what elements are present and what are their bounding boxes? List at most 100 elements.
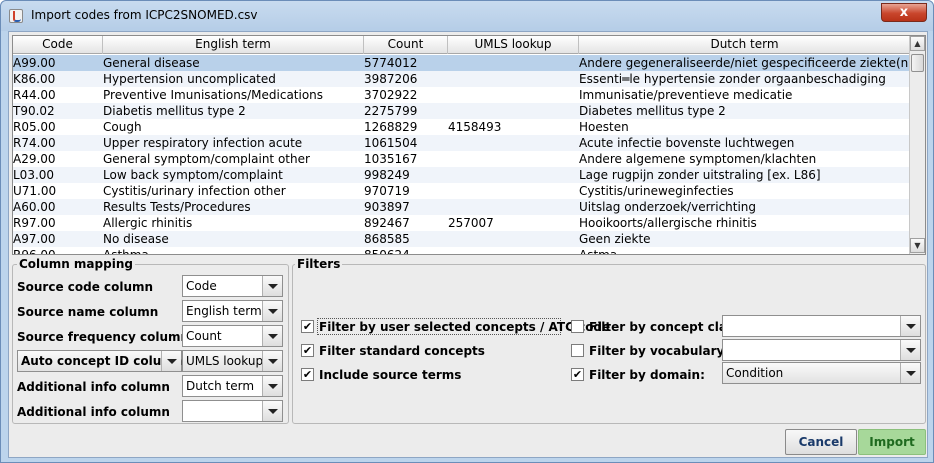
table-cell: A29.00 bbox=[13, 152, 56, 166]
domain-select[interactable]: Condition bbox=[722, 362, 921, 384]
filter-vocabulary-checkbox[interactable] bbox=[571, 344, 584, 357]
table-cell: T90.02 bbox=[13, 104, 55, 118]
column-header-umls-lookup[interactable]: UMLS lookup bbox=[448, 36, 579, 54]
table-row[interactable]: R96.00 Asthma 850624 Astma bbox=[13, 247, 911, 255]
filter-domain-label[interactable]: Filter by domain: bbox=[589, 368, 705, 382]
table-cell: K86.00 bbox=[13, 72, 56, 86]
additional-info-column-select-2[interactable] bbox=[182, 400, 283, 422]
dialog-window: Import codes from ICPC2SNOMED.csv x Code… bbox=[0, 0, 934, 463]
table-body: A99.00 General disease 5774012 Andere gegen… bbox=[13, 55, 911, 255]
column-header-english-term[interactable]: English term bbox=[103, 36, 364, 54]
table-row[interactable]: U71.00 Cystitis/urinary infection other 97… bbox=[13, 183, 911, 199]
table-cell bbox=[448, 135, 576, 151]
table-cell bbox=[448, 199, 576, 215]
filter-concept-class-checkbox[interactable] bbox=[571, 320, 584, 333]
column-header-code[interactable]: Code bbox=[13, 36, 103, 54]
table-cell: R96.00 bbox=[13, 248, 56, 255]
table-cell: Andere gegeneraliseerde/niet gespecifice… bbox=[579, 56, 911, 70]
table-cell bbox=[448, 231, 576, 247]
filter-standard-concepts-label[interactable]: Filter standard concepts bbox=[319, 344, 485, 358]
column-header-count[interactable]: Count bbox=[364, 36, 448, 54]
table-cell: 4158493 bbox=[448, 120, 502, 134]
table-row[interactable]: A99.00 General disease 5774012 Andere gegen… bbox=[13, 55, 911, 71]
table-cell: No disease bbox=[103, 232, 169, 246]
chevron-down-icon[interactable] bbox=[262, 326, 282, 346]
auto-concept-id-column-select[interactable]: UMLS lookup bbox=[182, 350, 283, 372]
table-cell: A99.00 bbox=[13, 56, 56, 70]
table-cell: Allergic rhinitis bbox=[103, 216, 193, 230]
source-name-column-value: English term bbox=[186, 304, 262, 318]
table-row[interactable]: R74.00 Upper respiratory infection acute 1… bbox=[13, 135, 911, 151]
table-cell: R74.00 bbox=[13, 136, 56, 150]
table-cell: Diabetes mellitus type 2 bbox=[579, 104, 726, 118]
table-row[interactable]: K86.00 Hypertension uncomplicated 3987206 E… bbox=[13, 71, 911, 87]
table-row[interactable]: T90.02 Diabetis mellitus type 2 2275799 Dia… bbox=[13, 103, 911, 119]
domain-value: Condition bbox=[726, 366, 784, 380]
codes-table: Code English term Count UMLS lookup Dutc… bbox=[12, 35, 926, 255]
auto-concept-id-mode-select[interactable]: Auto concept ID column bbox=[17, 350, 182, 372]
table-cell: 1061504 bbox=[364, 136, 418, 150]
vocabulary-select[interactable] bbox=[722, 339, 921, 361]
include-source-terms-label[interactable]: Include source terms bbox=[319, 368, 461, 382]
import-button[interactable]: Import bbox=[858, 429, 926, 455]
source-code-column-select[interactable]: Code bbox=[182, 275, 283, 297]
auto-concept-id-column-value: UMLS lookup bbox=[186, 354, 264, 368]
column-mapping-panel: Column mapping Source code column Code S… bbox=[12, 257, 289, 424]
source-name-column-select[interactable]: English term bbox=[182, 300, 283, 322]
chevron-down-icon[interactable] bbox=[900, 316, 920, 336]
table-cell bbox=[448, 167, 576, 183]
title-bar[interactable]: Import codes from ICPC2SNOMED.csv x bbox=[1, 1, 933, 31]
additional-info-column-value-1: Dutch term bbox=[186, 379, 255, 393]
include-source-terms-checkbox[interactable]: ✔ bbox=[301, 368, 314, 381]
filters-panel: Filters ✔ Filter by user selected concep… bbox=[292, 257, 926, 424]
close-button[interactable]: x bbox=[881, 3, 927, 22]
chevron-down-icon[interactable] bbox=[161, 351, 181, 371]
table-cell: Hooikoorts/allergische rhinitis bbox=[579, 216, 757, 230]
check-icon: ✔ bbox=[302, 368, 313, 381]
table-cell: Diabetis mellitus type 2 bbox=[103, 104, 246, 118]
chevron-down-icon[interactable] bbox=[262, 401, 282, 421]
table-cell: Astma bbox=[579, 248, 618, 255]
table-cell bbox=[448, 151, 576, 167]
table-cell: 257007 bbox=[448, 216, 494, 230]
table-row[interactable]: A29.00 General symptom/complaint other 103… bbox=[13, 151, 911, 167]
table-header: Code English term Count UMLS lookup Dutc… bbox=[13, 36, 911, 54]
table-cell: R44.00 bbox=[13, 88, 56, 102]
filter-standard-concepts-checkbox[interactable]: ✔ bbox=[301, 344, 314, 357]
table-cell: Hoesten bbox=[579, 120, 629, 134]
table-row[interactable]: L03.00 Low back symptom/complaint 998249 La… bbox=[13, 167, 911, 183]
scroll-up-arrow-icon[interactable]: ▲ bbox=[910, 36, 925, 51]
scroll-down-arrow-icon[interactable]: ▼ bbox=[910, 238, 925, 253]
table-row[interactable]: R44.00 Preventive Imunisations/Medication… bbox=[13, 87, 911, 103]
table-row[interactable]: A97.00 No disease 868585 Geen ziekte bbox=[13, 231, 911, 247]
additional-info-column-select-1[interactable]: Dutch term bbox=[182, 375, 283, 397]
table-vertical-scrollbar[interactable]: ▲ ▼ bbox=[909, 36, 925, 254]
table-cell: Andere algemene symptomen/klachten bbox=[579, 152, 817, 166]
scrollbar-thumb[interactable] bbox=[911, 54, 924, 72]
chevron-down-icon[interactable] bbox=[262, 301, 282, 321]
table-cell: Cystitis/urinary infection other bbox=[103, 184, 286, 198]
column-header-dutch-term[interactable]: Dutch term bbox=[579, 36, 911, 54]
table-cell: Hypertension uncomplicated bbox=[103, 72, 276, 86]
source-frequency-column-select[interactable]: Count bbox=[182, 325, 283, 347]
chevron-down-icon[interactable] bbox=[900, 363, 920, 383]
table-cell: Cough bbox=[103, 120, 142, 134]
concept-class-select[interactable] bbox=[722, 315, 921, 337]
table-cell: Preventive Imunisations/Medications bbox=[103, 88, 324, 102]
filter-user-selected-checkbox[interactable]: ✔ bbox=[301, 320, 314, 333]
chevron-down-icon[interactable] bbox=[900, 340, 920, 360]
table-row[interactable]: R97.00 Allergic rhinitis 892467 257007 Hooik… bbox=[13, 215, 911, 231]
cancel-button[interactable]: Cancel bbox=[785, 429, 857, 455]
table-cell: R97.00 bbox=[13, 216, 56, 230]
table-row[interactable]: R05.00 Cough 1268829 4158493 Hoesten bbox=[13, 119, 911, 135]
additional-info-column-label-2: Additional info column bbox=[17, 405, 170, 419]
chevron-down-icon[interactable] bbox=[262, 376, 282, 396]
check-icon: ✔ bbox=[302, 344, 313, 357]
filter-user-selected-label[interactable]: Filter by user selected concepts / ATC c… bbox=[319, 320, 610, 334]
filter-domain-checkbox[interactable]: ✔ bbox=[571, 368, 584, 381]
table-cell: Low back symptom/complaint bbox=[103, 168, 283, 182]
chevron-down-icon[interactable] bbox=[262, 351, 282, 371]
filter-vocabulary-label[interactable]: Filter by vocabulary: bbox=[589, 344, 729, 358]
table-row[interactable]: A60.00 Results Tests/Procedures 903897 Uits… bbox=[13, 199, 911, 215]
chevron-down-icon[interactable] bbox=[262, 276, 282, 296]
